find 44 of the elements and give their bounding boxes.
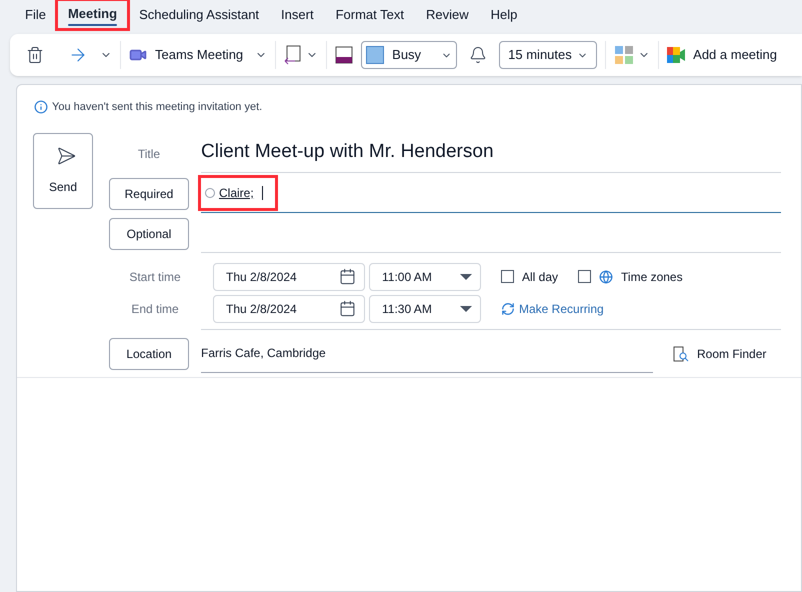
room-finder-button[interactable]: Room Finder [697,344,766,362]
show-as-dropdown[interactable]: Busy [361,41,458,69]
time-field[interactable]: 11:00 AM [369,262,481,290]
menu-tab[interactable]: Help [480,0,528,29]
all-day-label: All day [522,268,558,286]
required-field[interactable]: Claire; [201,174,781,212]
field-button[interactable]: Optional [109,218,189,250]
location-field[interactable]: Farris Cafe, Cambridge [201,334,653,372]
menu-tab[interactable]: Insert [270,0,325,29]
delete-icon[interactable] [26,46,44,64]
time-zones-label: Time zones [621,268,683,286]
add-meeting-button[interactable]: Add a meeting [693,45,777,65]
title-field[interactable]: Client Meet-up with Mr. Henderson [201,132,781,172]
menu-tab[interactable]: Meeting [56,0,128,29]
dropdown[interactable]: 15 minutes [499,41,598,69]
calendar-icon[interactable] [339,300,356,317]
field-button[interactable]: Location [109,338,189,370]
date-field[interactable]: Thu 2/8/2024 [213,262,365,290]
room-finder-icon [673,346,689,362]
globe-icon [599,270,614,284]
date-field[interactable]: Thu 2/8/2024 [213,294,365,322]
checkbox[interactable] [578,270,592,283]
meeting-app-icon[interactable] [667,47,686,63]
info-message: You haven't sent this meeting invitation yet. [52,100,262,115]
make-recurring-link[interactable]: Make Recurring [519,300,604,318]
show-as-icon[interactable] [335,46,354,64]
title-label: Title [136,146,162,162]
menu-tab[interactable]: Review [414,0,480,29]
response-options-icon[interactable] [284,45,302,65]
time-label: End time [130,300,180,318]
attendee-chip[interactable]: Claire; [201,178,275,208]
menu-tab[interactable]: Format Text [324,0,415,29]
recurring-icon [501,302,515,316]
field-button[interactable]: Required [109,178,189,210]
time-label: Start time [128,268,182,286]
teams-meeting-button[interactable]: Teams Meeting [155,45,244,65]
menu-tab[interactable]: Scheduling Assistant [128,0,270,29]
bell-icon [469,46,488,64]
checkbox[interactable] [501,270,514,283]
time-field[interactable]: 11:30 AM [369,294,481,322]
menu-tab[interactable]: File [14,0,57,29]
info-icon [34,100,48,114]
send-button[interactable]: Send [33,132,93,208]
calendar-icon[interactable] [339,268,356,285]
